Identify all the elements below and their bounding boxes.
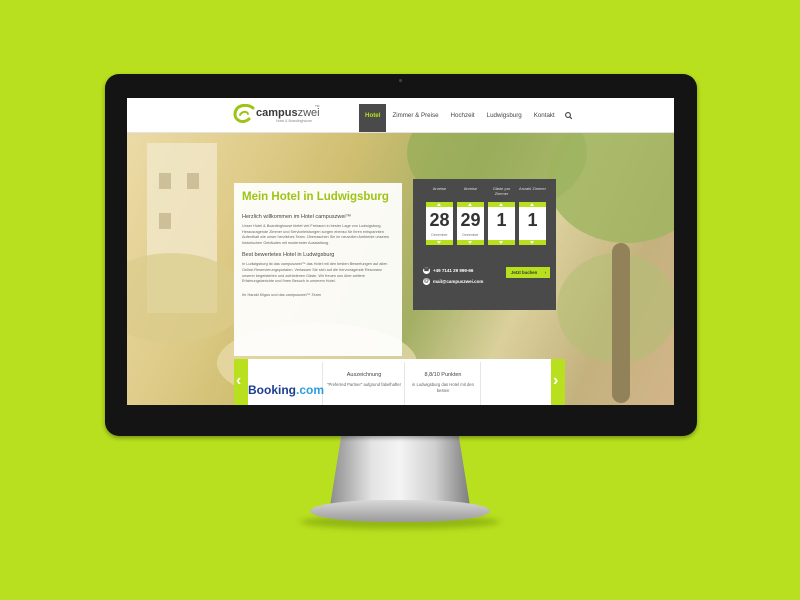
nav-item-zimmer-preise[interactable]: Zimmer & Preise bbox=[386, 104, 444, 132]
logo-swirl-icon bbox=[233, 104, 255, 123]
departure-picker: Abreise 29 Dezember bbox=[457, 186, 484, 245]
nav-item-hochzeit[interactable]: Hochzeit bbox=[445, 104, 481, 132]
guests-count: 1 bbox=[496, 210, 507, 230]
rooms-picker: Anzahl Zimmer 1 bbox=[519, 186, 546, 245]
site-header: campuszwei TM Hotel & Boardinghouse Hote… bbox=[127, 98, 674, 133]
arrival-date-field[interactable]: 28 Dezember bbox=[426, 207, 453, 240]
guests-field[interactable]: 1 bbox=[488, 207, 515, 240]
contact-info: ☎ +49 7141 29 999-66 @ mail@campuszwei.com bbox=[423, 267, 483, 289]
book-now-button[interactable]: Jetzt buchen › bbox=[506, 267, 550, 278]
main-nav: Hotel Zimmer & Preise Hochzeit Ludwigsbu… bbox=[359, 104, 577, 132]
award-title: Auszeichnung bbox=[346, 372, 382, 378]
camera-dot bbox=[399, 79, 402, 82]
chevron-left-icon: ‹ bbox=[236, 372, 242, 389]
guests-picker: Gäste pro Zimmer 1 bbox=[488, 186, 515, 245]
welcome-text: Unser Hotel & Boardinghouse bietet viel … bbox=[242, 224, 390, 245]
logo-wordmark: campuszwei bbox=[256, 107, 320, 119]
empty-cell bbox=[482, 362, 550, 405]
arrival-day: 28 bbox=[429, 210, 450, 230]
nav-item-ludwigsburg[interactable]: Ludwigsburg bbox=[481, 104, 528, 132]
phone-number: +49 7141 29 999-66 bbox=[433, 268, 474, 273]
monitor-stand bbox=[330, 436, 470, 506]
nav-item-kontakt[interactable]: Kontakt bbox=[528, 104, 561, 132]
carousel-prev-button[interactable]: ‹ bbox=[234, 359, 248, 405]
monitor: campuszwei TM Hotel & Boardinghouse Hote… bbox=[105, 74, 697, 436]
rooms-label: Anzahl Zimmer bbox=[519, 186, 546, 191]
departure-month: Dezember bbox=[462, 233, 479, 237]
page-title: Mein Hotel in Ludwigsburg bbox=[242, 191, 389, 203]
search-icon[interactable] bbox=[561, 104, 577, 128]
rooms-count: 1 bbox=[527, 210, 538, 230]
phone-row[interactable]: ☎ +49 7141 29 999-66 bbox=[423, 267, 483, 274]
departure-label: Abreise bbox=[463, 186, 478, 191]
arrival-label: Anreise bbox=[432, 186, 447, 191]
score-desc: in Ludwigsburg das Hotel mit den besten bbox=[412, 382, 474, 393]
score-title: 8,8/10 Punkten bbox=[424, 372, 462, 378]
award-desc: "Preferred Partner" aufgrund fabelhafter bbox=[327, 382, 401, 387]
rooms-field[interactable]: 1 bbox=[519, 207, 546, 240]
booking-widget: Anreise 28 Dezember Abreise 29 Dezember … bbox=[413, 179, 556, 310]
chevron-right-icon: › bbox=[544, 270, 546, 275]
rated-text: In Ludwigsburg ist das campuszwei™ das H… bbox=[242, 262, 388, 284]
arrival-month: Dezember bbox=[431, 233, 448, 237]
arrival-picker: Anreise 28 Dezember bbox=[426, 186, 453, 245]
carousel-next-button[interactable]: › bbox=[551, 359, 565, 405]
booking-com-logo: Booking.com bbox=[248, 383, 325, 397]
welcome-heading: Herzlich willkommen im Hotel campuszwei™ bbox=[242, 214, 352, 220]
email-row[interactable]: @ mail@campuszwei.com bbox=[423, 278, 483, 285]
rated-heading: Best bewertetes Hotel in Ludwigsburg bbox=[242, 252, 335, 259]
hero-background-photo: Mein Hotel in Ludwigsburg Herzlich willk… bbox=[127, 133, 674, 405]
arrival-down-arrow-icon[interactable] bbox=[426, 240, 453, 245]
chevron-right-icon: › bbox=[553, 372, 559, 389]
award-cell: Auszeichnung "Preferred Partner" aufgrun… bbox=[324, 362, 405, 405]
phone-icon: ☎ bbox=[423, 267, 430, 274]
nav-item-hotel[interactable]: Hotel bbox=[359, 104, 387, 132]
departure-down-arrow-icon[interactable] bbox=[457, 240, 484, 245]
guests-label: Gäste pro Zimmer bbox=[492, 186, 511, 196]
rooms-down-arrow-icon[interactable] bbox=[519, 240, 546, 245]
booking-com-badge[interactable]: Booking.com bbox=[248, 362, 325, 405]
departure-day: 29 bbox=[460, 210, 481, 230]
ratings-carousel: ‹ Booking.com Auszeichnung "Preferred Pa… bbox=[234, 359, 565, 405]
website-screen: campuszwei TM Hotel & Boardinghouse Hote… bbox=[127, 98, 674, 405]
logo-trademark: TM bbox=[315, 104, 320, 108]
monitor-stand-base bbox=[310, 500, 490, 522]
logo-tagline: Hotel & Boardinghouse bbox=[276, 119, 312, 123]
guests-down-arrow-icon[interactable] bbox=[488, 240, 515, 245]
departure-date-field[interactable]: 29 Dezember bbox=[457, 207, 484, 240]
signature: Ihr Harald Kilgus und das campuszwei™-Te… bbox=[242, 292, 321, 297]
score-cell: 8,8/10 Punkten in Ludwigsburg das Hotel … bbox=[406, 362, 481, 405]
intro-content-box: Mein Hotel in Ludwigsburg Herzlich willk… bbox=[234, 183, 402, 356]
email-address: mail@campuszwei.com bbox=[433, 279, 484, 284]
book-now-label: Jetzt buchen bbox=[511, 270, 538, 275]
email-icon: @ bbox=[423, 278, 430, 285]
